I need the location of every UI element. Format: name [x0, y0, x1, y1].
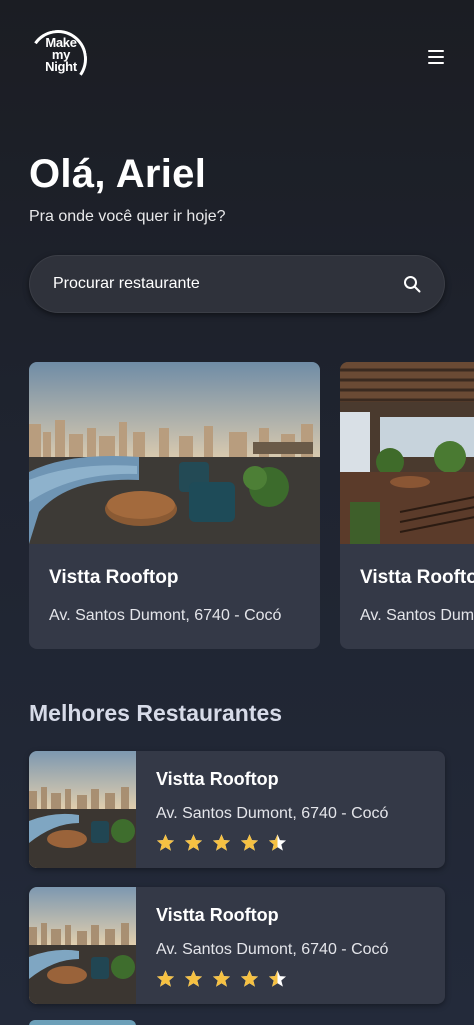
logo-line-night: Night — [45, 59, 77, 74]
star-icon — [268, 970, 287, 987]
featured-carousel[interactable]: Vistta Rooftop Av. Santos Dumont, 6740 -… — [29, 362, 474, 650]
restaurant-thumbnail — [29, 887, 136, 1004]
restaurant-list-item[interactable]: Vistta Rooftop Av. Santos Dumont, 6740 -… — [29, 751, 445, 868]
featured-card[interactable]: Vistta Rooftop Av. Santos Dumont, 6740 -… — [340, 362, 474, 649]
star-icon — [212, 834, 231, 851]
restaurant-address: Av. Santos Dumont, 6740 - Cocó — [156, 941, 389, 958]
star-icon — [184, 834, 203, 851]
restaurant-name: Vistta Rooftop — [49, 567, 179, 588]
star-rating — [156, 833, 287, 852]
star-icon — [240, 970, 259, 987]
greeting-subtitle: Pra onde você quer ir hoje? — [29, 208, 226, 225]
star-icon — [156, 970, 175, 987]
section-title-best-restaurants: Melhores Restaurantes — [29, 700, 283, 726]
restaurant-list-item[interactable]: Vistta Rooftop Av. Santos Dumont, 6740 -… — [29, 887, 445, 1004]
restaurant-name: Vistta Rooftop — [360, 567, 474, 588]
restaurant-address: Av. Santos Dumont, 6740 - Cocó — [360, 607, 474, 624]
restaurant-photo — [340, 362, 474, 544]
greeting-title: Olá, Ariel — [29, 152, 207, 196]
star-icon — [240, 834, 259, 851]
restaurant-address: Av. Santos Dumont, 6740 - Cocó — [156, 805, 389, 822]
star-rating — [156, 969, 287, 988]
restaurant-name: Vistta Rooftop — [156, 905, 279, 925]
restaurant-thumbnail — [29, 751, 136, 868]
restaurant-list-item-partial[interactable] — [29, 1020, 136, 1025]
restaurant-name: Vistta Rooftop — [156, 769, 279, 789]
search-input[interactable] — [53, 255, 383, 313]
star-icon — [268, 834, 287, 851]
search-bar[interactable] — [29, 255, 445, 313]
star-icon — [156, 834, 175, 851]
star-icon — [212, 970, 231, 987]
restaurant-address: Av. Santos Dumont, 6740 - Cocó — [49, 607, 282, 624]
star-icon — [184, 970, 203, 987]
logo-text: Make my Night — [35, 36, 87, 74]
restaurant-photo — [29, 362, 320, 544]
search-icon[interactable] — [403, 275, 421, 293]
featured-card[interactable]: Vistta Rooftop Av. Santos Dumont, 6740 -… — [29, 362, 320, 649]
hamburger-menu-icon[interactable] — [428, 50, 444, 64]
